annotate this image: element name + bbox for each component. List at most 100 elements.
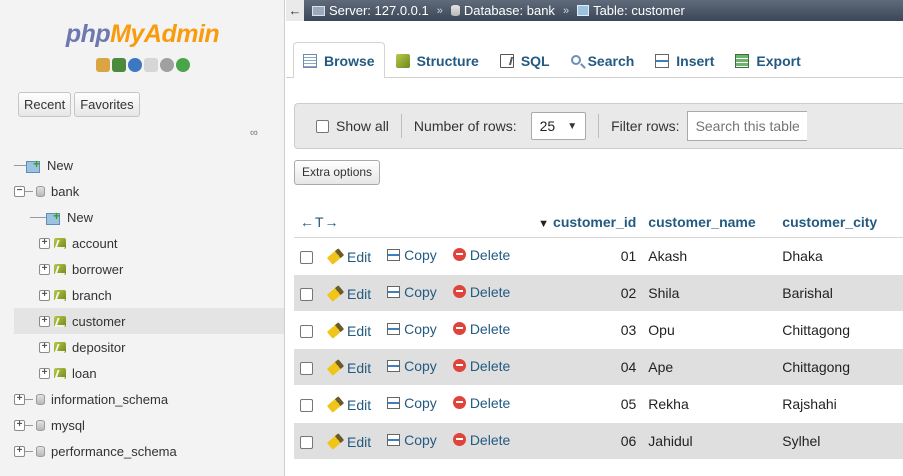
cell-customer-city[interactable]: Dhaka xyxy=(776,237,903,275)
cell-customer-name[interactable]: Opu xyxy=(642,311,777,349)
docs-icon[interactable] xyxy=(143,58,158,72)
show-all-label[interactable]: Show all xyxy=(336,118,389,134)
recent-tab[interactable]: Recent xyxy=(18,92,72,117)
extra-options-button[interactable]: Extra options xyxy=(294,160,381,185)
cell-customer-id[interactable]: 05 xyxy=(532,385,643,423)
header-customer-name[interactable]: customer_name xyxy=(642,207,777,238)
row-checkbox[interactable] xyxy=(300,435,313,449)
cell-customer-id[interactable]: 06 xyxy=(532,422,643,460)
tree-table-account[interactable]: + account xyxy=(14,230,284,256)
header-customer-id[interactable]: ▼ customer_id xyxy=(532,207,643,238)
tree-table-depositor[interactable]: + depositor xyxy=(14,334,284,360)
copy-link[interactable]: Copy xyxy=(387,432,437,448)
sort-icon[interactable]: ▼ xyxy=(538,218,549,230)
row-checkbox[interactable] xyxy=(300,361,313,375)
expand-icon[interactable]: + xyxy=(39,263,50,275)
table-row[interactable]: Edit Copy Delete 01 Akash Dhaka xyxy=(294,237,903,275)
edit-link[interactable]: Edit xyxy=(326,285,371,302)
expand-icon[interactable]: + xyxy=(39,289,50,301)
tab-export[interactable]: Export xyxy=(725,42,810,79)
link-icon[interactable]: ∞ xyxy=(250,127,258,139)
tree-bank-new-table[interactable]: New xyxy=(14,204,284,230)
delete-link[interactable]: Delete xyxy=(452,284,510,300)
table-row[interactable]: Edit Copy Delete 04 Ape Chittagong xyxy=(294,348,903,386)
table-row[interactable]: Edit Copy Delete 06 Jahidul Sylhel xyxy=(294,422,903,460)
expand-icon[interactable]: + xyxy=(39,237,50,249)
delete-link[interactable]: Delete xyxy=(452,395,510,411)
tree-table-customer[interactable]: + customer xyxy=(14,308,284,334)
settings-icon[interactable] xyxy=(159,58,174,72)
home-icon[interactable] xyxy=(95,58,110,72)
collapse-nav-arrow-icon[interactable]: ← xyxy=(286,0,304,21)
tree-db-performance-schema[interactable]: + performance_schema xyxy=(14,438,284,464)
row-checkbox[interactable] xyxy=(300,398,313,412)
phpmyadmin-logo[interactable]: phpMyAdmin xyxy=(0,20,284,49)
favorites-tab[interactable]: Favorites xyxy=(74,92,140,117)
header-customer-city[interactable]: customer_city xyxy=(776,207,903,238)
cell-customer-city[interactable]: Sylhel xyxy=(776,422,903,460)
delete-link[interactable]: Delete xyxy=(452,321,510,337)
expand-icon[interactable]: + xyxy=(39,367,50,379)
tree-table-branch[interactable]: + branch xyxy=(14,282,284,308)
breadcrumb-table[interactable]: Table: customer xyxy=(577,3,685,18)
row-checkbox[interactable] xyxy=(300,287,313,301)
expand-icon[interactable]: + xyxy=(14,445,25,457)
tab-insert[interactable]: Insert xyxy=(645,42,724,79)
copy-link[interactable]: Copy xyxy=(387,247,437,263)
show-all-checkbox[interactable] xyxy=(316,119,329,133)
delete-link[interactable]: Delete xyxy=(452,358,510,374)
rows-select[interactable]: 25 ▼ xyxy=(530,112,587,140)
delete-link[interactable]: Delete xyxy=(452,432,510,448)
cell-customer-id[interactable]: 04 xyxy=(532,348,643,386)
edit-link[interactable]: Edit xyxy=(326,396,371,413)
breadcrumb-server[interactable]: Server: 127.0.0.1 xyxy=(312,3,429,18)
delete-link[interactable]: Delete xyxy=(452,247,510,263)
cell-customer-city[interactable]: Rajshahi xyxy=(776,385,903,423)
cell-customer-name[interactable]: Akash xyxy=(642,237,777,275)
edit-link[interactable]: Edit xyxy=(326,322,371,339)
expand-icon[interactable]: + xyxy=(39,315,50,327)
expand-icon[interactable]: + xyxy=(14,393,25,405)
tab-search[interactable]: Search xyxy=(561,42,645,79)
database-icon[interactable] xyxy=(111,58,126,72)
cell-customer-name[interactable]: Ape xyxy=(642,348,777,386)
filter-input[interactable] xyxy=(686,111,807,141)
edit-link[interactable]: Edit xyxy=(326,433,371,450)
reload-icon[interactable] xyxy=(175,58,190,72)
cell-customer-city[interactable]: Barishal xyxy=(776,274,903,312)
tree-db-mysql[interactable]: + mysql xyxy=(14,412,284,438)
tree-db-bank[interactable]: − bank xyxy=(14,178,284,204)
cell-customer-id[interactable]: 01 xyxy=(532,237,643,275)
edit-link[interactable]: Edit xyxy=(326,359,371,376)
copy-link[interactable]: Copy xyxy=(387,358,437,374)
tab-browse[interactable]: Browse xyxy=(293,42,385,79)
breadcrumb-database[interactable]: Database: bank xyxy=(450,3,555,18)
tree-table-borrower[interactable]: + borrower xyxy=(14,256,284,282)
collapse-icon[interactable]: − xyxy=(14,185,25,197)
tab-structure[interactable]: Structure xyxy=(386,42,489,79)
tree-new-database[interactable]: New xyxy=(14,152,284,178)
cell-customer-name[interactable]: Jahidul xyxy=(642,422,777,460)
expand-arrows-icon[interactable]: ←T→ xyxy=(300,214,340,230)
table-row[interactable]: Edit Copy Delete 03 Opu Chittagong xyxy=(294,311,903,349)
row-checkbox[interactable] xyxy=(300,324,313,338)
table-row[interactable]: Edit Copy Delete 02 Shila Barishal xyxy=(294,274,903,312)
cell-customer-name[interactable]: Shila xyxy=(642,274,777,312)
copy-link[interactable]: Copy xyxy=(387,284,437,300)
table-row[interactable]: Edit Copy Delete 05 Rekha Rajshahi xyxy=(294,385,903,423)
expand-icon[interactable]: + xyxy=(39,341,50,353)
tab-sql[interactable]: SQL xyxy=(490,42,560,79)
tree-db-information-schema[interactable]: + information_schema xyxy=(14,386,284,412)
copy-link[interactable]: Copy xyxy=(387,395,437,411)
expand-icon[interactable]: + xyxy=(14,419,25,431)
row-checkbox[interactable] xyxy=(300,250,313,264)
cell-customer-id[interactable]: 03 xyxy=(532,311,643,349)
cell-customer-city[interactable]: Chittagong xyxy=(776,311,903,349)
copy-link[interactable]: Copy xyxy=(387,321,437,337)
cell-customer-city[interactable]: Chittagong xyxy=(776,348,903,386)
cell-customer-name[interactable]: Rekha xyxy=(642,385,777,423)
cell-customer-id[interactable]: 02 xyxy=(532,274,643,312)
tree-table-loan[interactable]: + loan xyxy=(14,360,284,386)
info-icon[interactable] xyxy=(127,58,142,72)
edit-link[interactable]: Edit xyxy=(326,248,371,265)
